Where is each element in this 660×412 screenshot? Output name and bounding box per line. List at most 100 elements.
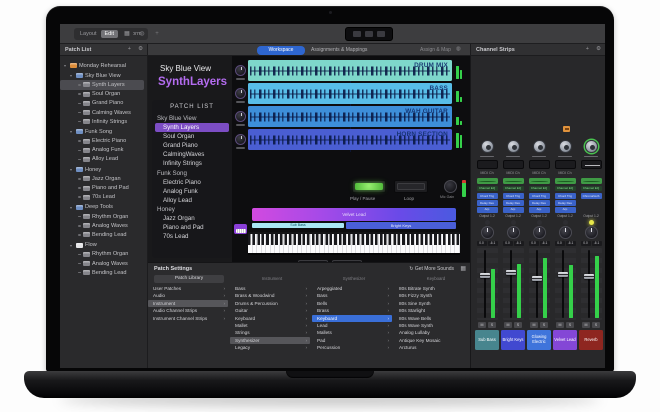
library-item-bells[interactable]: Bells› [312, 300, 392, 307]
insert-slot[interactable]: Delay Des [477, 200, 498, 206]
patch-list-item-infinity-strings[interactable]: Infinity Strings [152, 159, 232, 168]
sidebar-item-funk-song[interactable]: ▾Funk Song [60, 127, 147, 136]
library-item-analog-lullaby[interactable]: Analog Lullaby [394, 329, 468, 336]
pan-knob[interactable] [533, 140, 546, 153]
arp-slot[interactable]: Arp [477, 207, 498, 213]
library-item-user-patches[interactable]: User Patches› [148, 285, 228, 292]
solo-button[interactable]: S [488, 322, 496, 328]
get-more-sounds-button[interactable]: ↻ Get More Sounds [409, 266, 454, 272]
library-item-mallet[interactable]: Mallet› [230, 322, 310, 329]
track-knob-wah-guitar[interactable] [235, 111, 246, 122]
patch-list-item-calmingwaves[interactable]: CalmingWaves [152, 150, 232, 159]
pan-knob[interactable] [481, 140, 494, 153]
library-item-drums-percussion[interactable]: Drums & Percussion› [230, 300, 310, 307]
strip-name-plate[interactable]: Glowing Electric [527, 330, 551, 350]
library-item-audio-channel-strips[interactable]: Audio Channel Strips› [148, 307, 228, 314]
solo-button[interactable]: S [540, 322, 548, 328]
pan-knob[interactable] [507, 140, 520, 153]
sidebar-item-grand-piano[interactable]: Grand Piano [60, 99, 147, 108]
pan-knob[interactable] [559, 140, 572, 153]
layer-bar-bright-keys[interactable]: Bright Keys [346, 222, 456, 229]
sidebar-item-bending-lead[interactable]: Bending Lead [60, 230, 147, 239]
library-item-strings[interactable]: Strings› [230, 329, 310, 336]
fader-handle[interactable] [558, 272, 568, 277]
library-item-instrument-channel-strips[interactable]: Instrument Channel Strips› [148, 315, 228, 322]
solo-button[interactable]: S [514, 322, 522, 328]
fader-handle[interactable] [584, 274, 594, 279]
library-item-synthesizer[interactable]: Synthesizer› [230, 337, 310, 344]
add-patch-icon[interactable]: + [128, 46, 131, 52]
mic-gain-knob[interactable] [444, 180, 457, 193]
fader-handle[interactable] [532, 276, 542, 281]
sidebar-item-sky-blue-view[interactable]: ▾Sky Blue View [60, 71, 147, 80]
fader-handle[interactable] [480, 273, 490, 278]
volume-fader[interactable] [555, 248, 576, 320]
patch-actions-gear-icon[interactable]: ⚙ [138, 46, 143, 52]
patch-list-item-piano-and-pad[interactable]: Piano and Pad [152, 223, 232, 232]
sidebar-item-honey[interactable]: ▾Honey [60, 165, 147, 174]
sidebar-item-analog-funk[interactable]: Analog Funk [60, 146, 147, 155]
volume-fader[interactable] [503, 248, 524, 320]
arp-slot[interactable]: Arp [503, 207, 524, 213]
strip-name-plate[interactable]: Sub Bass [475, 330, 499, 350]
library-item-audio[interactable]: Audio› [148, 292, 228, 299]
insert-slot[interactable]: Chord Trig [555, 193, 576, 199]
play-pause-button[interactable] [352, 180, 386, 193]
patch-list-item-70s-lead[interactable]: 70s Lead [152, 232, 232, 241]
sidebar-item-analog-waves[interactable]: Analog Waves [60, 221, 147, 230]
sidebar-item-jazz-organ[interactable]: Jazz Organ [60, 174, 147, 183]
library-item-antique-key-mosaic[interactable]: Antique Key Mosaic [394, 337, 468, 344]
channel-eq-slot[interactable]: Channel EQ [477, 186, 498, 192]
channel-eq-slot[interactable]: Channel EQ [581, 186, 602, 192]
patch-list-item-synth-layers[interactable]: Synth Layers [155, 123, 229, 132]
track-knob-bass[interactable] [235, 88, 246, 99]
track-knob-horn-section[interactable] [235, 134, 246, 145]
strip-actions-gear-icon[interactable]: ⚙ [596, 46, 601, 52]
sidebar-item-bending-lead[interactable]: Bending Lead [60, 268, 147, 277]
insert-slot[interactable]: Delay Des [503, 200, 524, 206]
library-item-mallets[interactable]: Mallets› [312, 329, 392, 336]
sidebar-item-deep-tools[interactable]: ▾Deep Tools [60, 203, 147, 212]
volume-knob[interactable] [585, 226, 598, 239]
eq-thumbnail[interactable] [477, 178, 498, 185]
sidebar-item-monday-rehearsal[interactable]: ▾Monday Rehearsal [60, 61, 147, 70]
insert-slot[interactable]: Chord Trig [503, 193, 524, 199]
mute-button[interactable]: M [530, 322, 538, 328]
sidebar-item-calming-waves[interactable]: Calming Waves [60, 108, 147, 117]
library-item-80s-wave-synth[interactable]: 80s Wave Synth [394, 322, 468, 329]
mode-button-edit[interactable]: Edit [101, 30, 118, 38]
volume-knob[interactable] [507, 226, 520, 239]
library-item-pad[interactable]: Pad› [312, 337, 392, 344]
patch-list-item-soul-organ[interactable]: Soul Organ [152, 132, 232, 141]
sidebar-item-soul-organ[interactable]: Soul Organ [60, 90, 147, 99]
layout-mode-icon-button[interactable]: ▦ [121, 28, 133, 40]
tab-workspace[interactable]: Workspace [257, 46, 305, 55]
solo-button[interactable]: S [592, 322, 600, 328]
patch-list-item-jazz-organ[interactable]: Jazz Organ [152, 214, 232, 223]
mute-button[interactable]: M [504, 322, 512, 328]
insert-slot[interactable]: Delay Des [555, 200, 576, 206]
library-item-brass-woodwind[interactable]: Brass & Woodwind› [230, 292, 310, 299]
insert-slot[interactable]: Delay Des [529, 200, 550, 206]
setting-button[interactable] [503, 160, 524, 169]
eq-thumbnail[interactable] [529, 178, 550, 185]
library-item-80s-wave-bells[interactable]: 80s Wave Bells [394, 315, 468, 322]
setting-button[interactable] [477, 160, 498, 169]
sidebar-item-analog-waves[interactable]: Analog Waves [60, 259, 147, 268]
eq-thumbnail[interactable] [503, 178, 524, 185]
mute-button[interactable]: M [582, 322, 590, 328]
insert-slot[interactable]: ChromaVerb [581, 193, 602, 199]
volume-knob[interactable] [559, 226, 572, 239]
sidebar-item-rhythm-organ[interactable]: Rhythm Organ [60, 250, 147, 259]
eq-thumbnail[interactable] [581, 178, 602, 185]
library-item-brass[interactable]: Brass› [312, 307, 392, 314]
patch-list-item-alloy-lead[interactable]: Alloy Lead [152, 196, 232, 205]
volume-knob[interactable] [481, 226, 494, 239]
volume-fader[interactable] [529, 248, 550, 320]
library-item-keyboard[interactable]: Keyboard› [230, 315, 310, 322]
sidebar-item-infinity-strings[interactable]: Infinity Strings [60, 117, 147, 126]
solo-button[interactable]: S [566, 322, 574, 328]
library-item-80s-sine-synth[interactable]: 80s Sine Synth [394, 300, 468, 307]
sidebar-item-synth-layers[interactable]: Synth Layers [60, 80, 144, 89]
sidebar-item-flow[interactable]: ▾Flow [60, 241, 147, 250]
